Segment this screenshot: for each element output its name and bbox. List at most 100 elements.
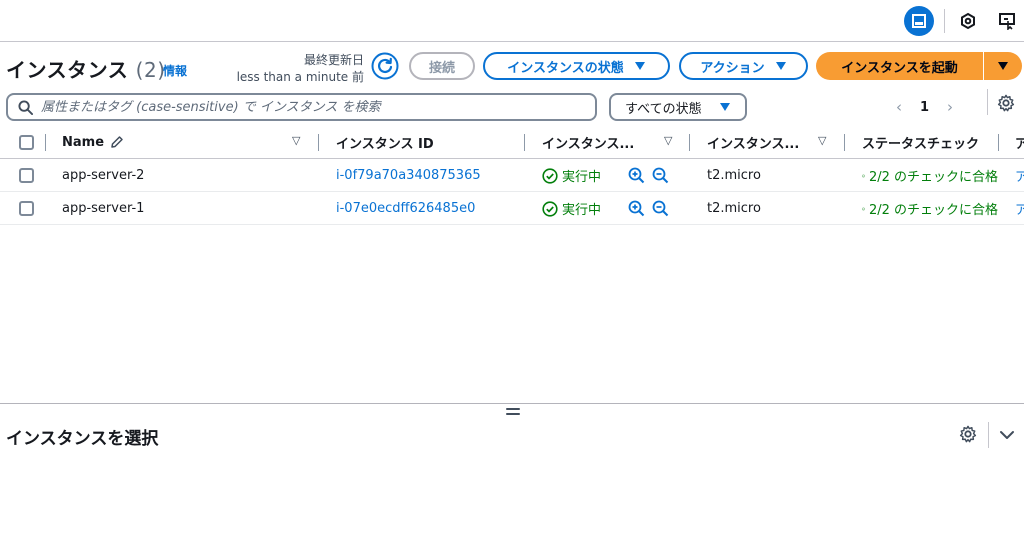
column-divider bbox=[524, 134, 525, 151]
column-divider bbox=[318, 134, 319, 151]
check-circle-icon bbox=[542, 200, 558, 217]
zoom-in-icon bbox=[628, 200, 645, 217]
instance-id-link[interactable]: i-0f79a70a340875365 bbox=[336, 159, 481, 192]
split-panel-title: インスタンスを選択 bbox=[6, 429, 159, 449]
column-header-status-check[interactable]: ステータスチェック bbox=[862, 126, 985, 158]
instance-name: app-server-2 bbox=[62, 168, 145, 183]
split-panel: インスタンスを選択 bbox=[0, 403, 1024, 540]
launch-instance-button[interactable]: インスタンスを起動 bbox=[816, 52, 984, 80]
instance-state-dropdown[interactable]: インスタンスの状態 bbox=[483, 52, 670, 80]
extra-cell-link[interactable]: ア bbox=[1015, 159, 1024, 192]
status-check-text: 2/2 のチェックに合格 bbox=[868, 203, 998, 218]
gear-icon bbox=[959, 425, 977, 443]
instance-state: 実行中 bbox=[542, 192, 601, 225]
check-circle-icon bbox=[862, 207, 865, 210]
instance-state-text: 実行中 bbox=[562, 203, 602, 218]
check-circle-icon bbox=[542, 167, 558, 184]
last-updated-label: 最終更新日 bbox=[303, 53, 364, 67]
table-row[interactable]: app-server-1 i-07e0ecdff626485e0 実行中 t2.… bbox=[0, 192, 1024, 225]
collapse-panel-button[interactable] bbox=[998, 426, 1016, 448]
zoom-out-button[interactable] bbox=[652, 192, 669, 225]
column-header-instance-state[interactable]: インスタンス... bbox=[542, 126, 660, 158]
zoom-out-button[interactable] bbox=[652, 159, 669, 192]
search-field bbox=[6, 93, 597, 121]
table-header: Name ▽ インスタンス ID インスタンス... ▽ インスタンス... ▽… bbox=[0, 126, 1024, 159]
info-link[interactable]: 情報 bbox=[163, 62, 187, 79]
zoom-in-button[interactable] bbox=[628, 159, 645, 192]
column-name-label: Name bbox=[62, 134, 105, 150]
actions-label: アクション bbox=[700, 60, 765, 76]
column-instance-type-label: インスタンス... bbox=[707, 136, 800, 152]
column-divider bbox=[844, 134, 845, 151]
table-preferences-button[interactable] bbox=[997, 94, 1015, 116]
status-check: 2/2 のチェックに合格 bbox=[862, 159, 998, 192]
pager-divider bbox=[987, 89, 988, 115]
instance-id-link[interactable]: i-07e0ecdff626485e0 bbox=[336, 192, 475, 225]
table-row[interactable]: app-server-2 i-0f79a70a340875365 実行中 t2.… bbox=[0, 159, 1024, 192]
sort-icon[interactable]: ▽ bbox=[818, 134, 826, 147]
check-circle-icon bbox=[862, 174, 865, 177]
sort-icon[interactable]: ▽ bbox=[292, 134, 300, 147]
caret-down-icon bbox=[634, 62, 645, 70]
connect-button[interactable]: 接続 bbox=[409, 52, 475, 80]
column-header-extra[interactable]: ア bbox=[1015, 126, 1024, 158]
pencil-icon bbox=[111, 136, 123, 148]
last-updated: 最終更新日 less than a minute 前 bbox=[237, 52, 364, 86]
last-updated-value: less than a minute 前 bbox=[236, 70, 364, 84]
zoom-in-button[interactable] bbox=[628, 192, 645, 225]
status-check-text: 2/2 のチェックに合格 bbox=[868, 170, 998, 185]
column-header-instance-type[interactable]: インスタンス... bbox=[707, 126, 817, 158]
page-title: インスタンス (2) bbox=[6, 54, 166, 83]
feedback-button[interactable] bbox=[992, 6, 1022, 36]
cloudshell-button[interactable] bbox=[953, 6, 983, 36]
split-panel-toggle-button[interactable] bbox=[904, 6, 934, 36]
pagination: ‹ 1 › bbox=[896, 93, 953, 121]
caret-down-icon bbox=[998, 62, 1008, 70]
extra-cell-link[interactable]: ア bbox=[1015, 192, 1024, 225]
resize-handle[interactable] bbox=[506, 408, 520, 418]
column-extra-label: ア bbox=[1015, 136, 1024, 152]
instance-state-text: 実行中 bbox=[562, 170, 602, 185]
gear-icon bbox=[997, 94, 1015, 112]
refresh-button[interactable] bbox=[371, 52, 399, 80]
toolbar-divider bbox=[944, 9, 945, 33]
actions-dropdown[interactable]: アクション bbox=[679, 52, 808, 80]
next-page-icon[interactable]: › bbox=[947, 98, 953, 116]
zoom-out-icon bbox=[652, 167, 669, 184]
sort-icon[interactable]: ▽ bbox=[664, 134, 672, 147]
connect-button-label: 接続 bbox=[428, 60, 455, 76]
column-header-instance-id[interactable]: インスタンス ID bbox=[336, 126, 516, 158]
previous-page-icon[interactable]: ‹ bbox=[896, 98, 902, 116]
screen-cursor-icon bbox=[999, 13, 1015, 30]
search-input[interactable] bbox=[41, 99, 595, 115]
caret-down-icon bbox=[775, 62, 786, 70]
instance-state: 実行中 bbox=[542, 159, 601, 192]
top-utility-bar bbox=[0, 0, 1024, 42]
status-check: 2/2 のチェックに合格 bbox=[862, 192, 998, 225]
launch-instance-split-button: インスタンスを起動 bbox=[816, 52, 1022, 80]
caret-down-icon bbox=[720, 103, 730, 111]
column-header-name[interactable]: Name bbox=[62, 126, 292, 158]
instance-type: t2.micro bbox=[707, 168, 761, 183]
chevron-down-icon bbox=[1000, 431, 1014, 439]
page-title-text: インスタンス bbox=[6, 58, 129, 82]
hexagon-settings-icon bbox=[961, 12, 975, 30]
launch-options-dropdown[interactable] bbox=[984, 52, 1022, 80]
state-filter-select[interactable]: すべての状態 bbox=[609, 93, 747, 121]
instance-state-label: インスタンスの状態 bbox=[507, 60, 624, 76]
column-instance-state-label: インスタンス... bbox=[542, 136, 635, 152]
row-checkbox[interactable] bbox=[19, 168, 34, 183]
instance-name: app-server-1 bbox=[62, 201, 145, 216]
current-page[interactable]: 1 bbox=[920, 100, 929, 115]
row-checkbox[interactable] bbox=[19, 201, 34, 216]
instance-type: t2.micro bbox=[707, 201, 761, 216]
state-filter-label: すべての状態 bbox=[625, 101, 702, 117]
zoom-in-icon bbox=[628, 167, 645, 184]
column-status-check-label: ステータスチェック bbox=[862, 136, 980, 152]
instances-table: Name ▽ インスタンス ID インスタンス... ▽ インスタンス... ▽… bbox=[0, 126, 1024, 225]
panel-layout-icon bbox=[912, 14, 926, 28]
column-divider bbox=[689, 134, 690, 151]
select-all-checkbox[interactable] bbox=[19, 135, 34, 150]
search-icon bbox=[18, 99, 33, 115]
split-panel-preferences-button[interactable] bbox=[959, 425, 977, 447]
